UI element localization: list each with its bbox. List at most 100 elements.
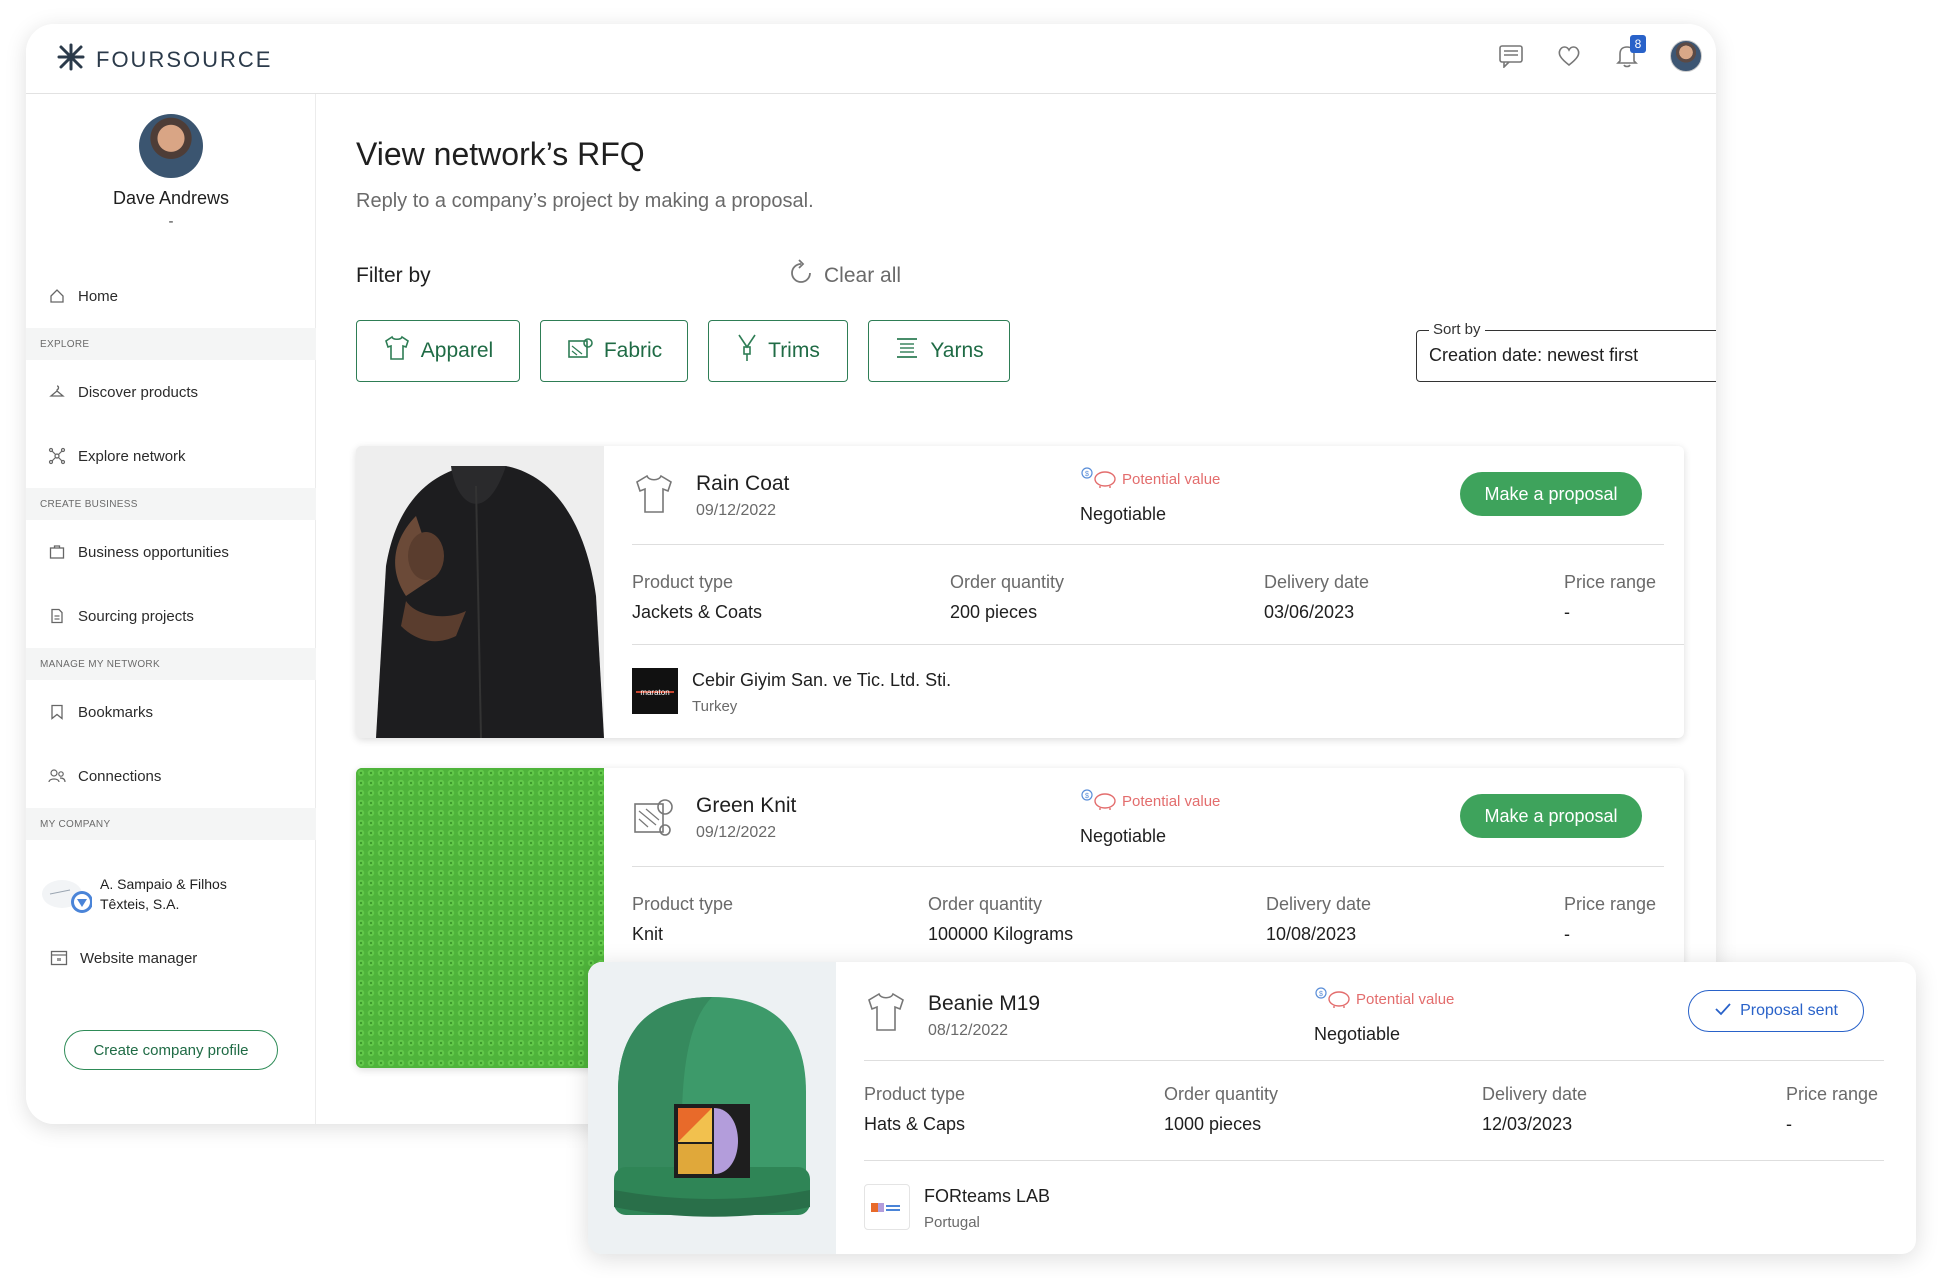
- sidebar-item-label: Connections: [78, 767, 162, 785]
- tshirt-icon: [383, 335, 411, 367]
- svg-text:$: $: [1319, 991, 1323, 998]
- product-type-value: Hats & Caps: [864, 1114, 966, 1134]
- delivery-date-value: 03/06/2023: [1264, 602, 1355, 622]
- make-proposal-button[interactable]: Make a proposal: [1460, 472, 1642, 516]
- divider: [632, 544, 1664, 545]
- page-title: View network’s RFQ: [356, 136, 645, 172]
- sidebar-item-bookmarks[interactable]: Bookmarks: [26, 692, 316, 732]
- nav-section-create: CREATE BUSINESS: [26, 488, 316, 520]
- card-body: Beanie M19 08/12/2022 $ Potential value …: [836, 962, 1916, 1254]
- product-type-label: Product type: [864, 1084, 966, 1104]
- chip-label: Trims: [768, 339, 820, 362]
- clear-all-label: Clear all: [824, 264, 902, 287]
- nav-section-network: MANAGE MY NETWORK: [26, 648, 316, 680]
- company-item[interactable]: A. Sampaio & Filhos Têxteis, S.A.: [40, 874, 227, 914]
- product-type-value: Jackets & Coats: [632, 602, 763, 622]
- potential-value: $ Potential value Negotiable: [1314, 986, 1454, 1045]
- potential-value: $ Potential value Negotiable: [1080, 466, 1220, 525]
- potential-value-label-row: $ Potential value: [1080, 466, 1220, 492]
- fabric-roll-icon: [632, 794, 676, 838]
- product-type-value: Knit: [632, 924, 664, 944]
- sidebar-item-connections[interactable]: Connections: [26, 756, 316, 796]
- chip-label: Fabric: [603, 339, 663, 362]
- potential-value-label-row: $ Potential value: [1080, 788, 1220, 814]
- delivery-date-label: Delivery date: [1482, 1084, 1588, 1104]
- delivery-date-label: Delivery date: [1264, 572, 1370, 592]
- product-date: 09/12/2022: [696, 502, 777, 519]
- supplier-name[interactable]: Cebir Giyim San. ve Tic. Ltd. Sti.: [692, 670, 951, 691]
- divider: [632, 644, 1684, 645]
- clear-all-button[interactable]: Clear all: [786, 258, 901, 294]
- logo[interactable]: FOURSOURCE: [56, 42, 272, 77]
- user-avatar[interactable]: [1670, 40, 1702, 72]
- potential-value-label: Potential value: [1122, 470, 1221, 488]
- rfq-card[interactable]: Rain Coat 09/12/2022 $ Potential value N…: [356, 446, 1684, 738]
- bell-icon[interactable]: 8: [1612, 35, 1646, 71]
- price-range-label: Price range: [1564, 572, 1657, 592]
- supplier-logo: maraton: [632, 668, 678, 714]
- sort-select[interactable]: Sort by Creation date: newest first: [1416, 321, 1716, 382]
- profile-avatar[interactable]: [139, 114, 203, 178]
- page-subtitle: Reply to a company’s project by making a…: [356, 190, 814, 212]
- proposal-sent-button[interactable]: Proposal sent: [1688, 990, 1864, 1032]
- sidebar-item-home[interactable]: Home: [26, 276, 316, 316]
- yarn-spool-icon: [894, 336, 920, 366]
- company-name-line-1: A. Sampaio & Filhos: [100, 876, 227, 892]
- svg-text:$: $: [1085, 471, 1089, 478]
- create-company-profile-button[interactable]: Create company profile: [64, 1030, 278, 1070]
- messages-icon[interactable]: [1496, 41, 1526, 71]
- chip-fabric[interactable]: Fabric: [540, 320, 688, 382]
- product-image: [588, 962, 836, 1254]
- browser-icon: [50, 949, 68, 967]
- profile-subtitle: -: [168, 213, 174, 230]
- potential-value: $ Potential value Negotiable: [1080, 788, 1220, 847]
- card-body: Rain Coat 09/12/2022 $ Potential value N…: [604, 446, 1684, 738]
- sort-label: Sort by: [1429, 321, 1485, 338]
- chip-yarns[interactable]: Yarns: [868, 320, 1010, 382]
- top-actions: 8: [1496, 35, 1702, 72]
- supplier-country: Portugal: [924, 1214, 980, 1231]
- supplier-logo: [864, 1184, 910, 1230]
- profile: Dave Andrews -: [26, 114, 316, 230]
- nav-section-company: MY COMPANY: [26, 808, 316, 840]
- piggy-bank-icon: $: [1080, 466, 1118, 492]
- product-name[interactable]: Rain Coat: [696, 472, 789, 496]
- rfq-card-highlighted[interactable]: Beanie M19 08/12/2022 $ Potential value …: [588, 962, 1916, 1254]
- order-quantity-value: 100000 Kilograms: [928, 924, 1074, 944]
- proposal-sent-label: Proposal sent: [1740, 1002, 1838, 1019]
- product-date: 09/12/2022: [696, 824, 777, 841]
- users-icon: [48, 767, 66, 785]
- chip-trims[interactable]: Trims: [708, 320, 848, 382]
- supplier-name[interactable]: FORteams LAB: [924, 1186, 1050, 1207]
- product-date: 08/12/2022: [928, 1022, 1009, 1039]
- sidebar-item-label: Sourcing projects: [78, 607, 194, 625]
- tshirt-icon: [864, 990, 908, 1034]
- filter-label: Filter by: [356, 264, 431, 287]
- supplier-country: Turkey: [692, 698, 738, 715]
- potential-value-label: Potential value: [1356, 990, 1455, 1008]
- sidebar-item-explore-network[interactable]: Explore network: [26, 436, 316, 476]
- sidebar-item-sourcing-projects[interactable]: Sourcing projects: [26, 596, 316, 636]
- piggy-bank-icon: $: [1314, 986, 1352, 1012]
- divider: [864, 1060, 1884, 1061]
- chip-apparel[interactable]: Apparel: [356, 320, 520, 382]
- product-name[interactable]: Beanie M19: [928, 992, 1040, 1016]
- sidebar-item-label: Discover products: [78, 383, 199, 401]
- price-range-value: -: [1564, 924, 1570, 944]
- refresh-icon: [786, 258, 816, 294]
- delivery-date-value: 12/03/2023: [1482, 1114, 1573, 1134]
- product-name[interactable]: Green Knit: [696, 794, 796, 818]
- make-proposal-button[interactable]: Make a proposal: [1460, 794, 1642, 838]
- foursource-logo-icon: [56, 42, 86, 77]
- sidebar-item-website-manager[interactable]: Website manager: [26, 938, 316, 978]
- sidebar-item-business-opportunities[interactable]: Business opportunities: [26, 532, 316, 572]
- app-window: FOURSOURCE 8 Dave Andrews - Home EXPLORE…: [26, 24, 1716, 1124]
- divider: [632, 866, 1664, 867]
- price-range-value: -: [1564, 602, 1570, 622]
- company-name: A. Sampaio & Filhos Têxteis, S.A.: [100, 874, 227, 914]
- notification-badge: 8: [1630, 35, 1646, 53]
- briefcase-icon: [48, 543, 66, 561]
- sidebar-item-label: Bookmarks: [78, 703, 154, 721]
- sidebar-item-discover[interactable]: Discover products: [26, 372, 316, 412]
- heart-icon[interactable]: [1554, 41, 1584, 71]
